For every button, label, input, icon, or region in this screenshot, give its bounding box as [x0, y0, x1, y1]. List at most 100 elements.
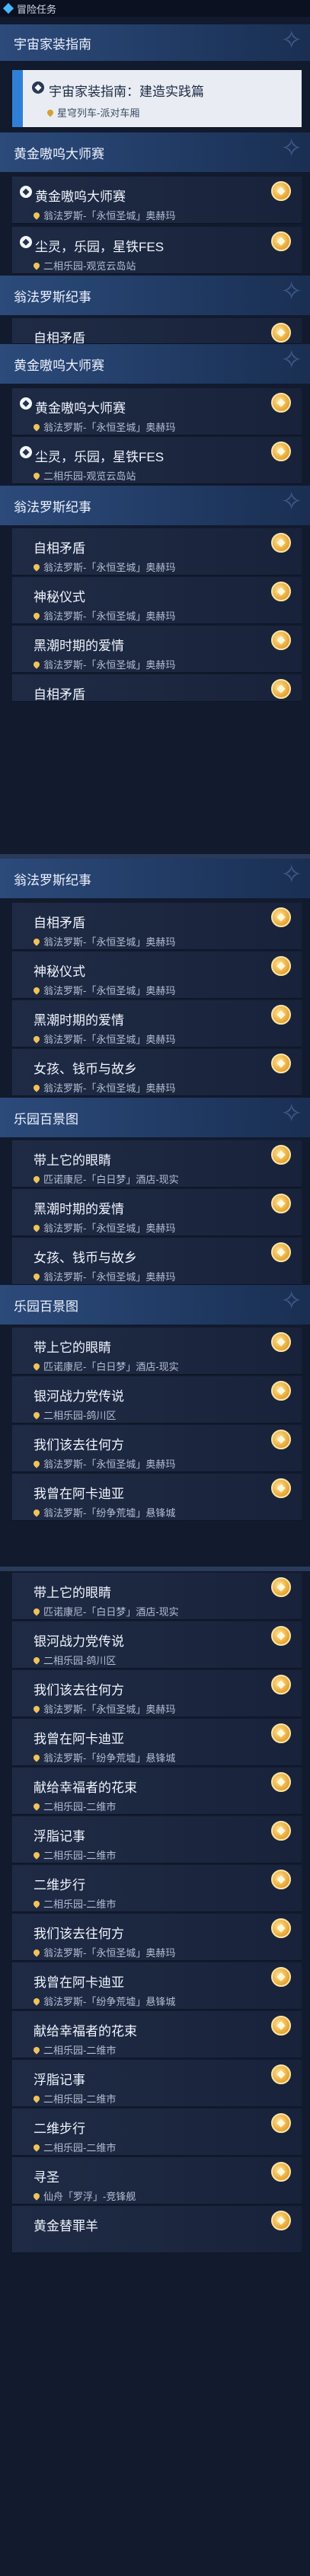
quest-location: 翁法罗斯-「永恒圣城」奥赫玛 [32, 560, 175, 574]
location-pin-icon [32, 1082, 41, 1092]
location-pin-icon [32, 422, 41, 432]
reward-badge-icon [271, 1005, 291, 1025]
section-header[interactable]: 乐园百景图 ✧ [0, 1098, 310, 1137]
quest-title: 神秘仪式 [34, 964, 85, 979]
quest-location: 翁法罗斯-「永恒圣城」奥赫玛 [32, 1945, 175, 1959]
quest-item[interactable]: 我们该去往何方 翁法罗斯-「永恒圣城」奥赫玛 [12, 1670, 302, 1717]
quest-location: 二相乐园-观览云岛站 [32, 258, 136, 273]
quest-item[interactable]: 我曾在阿卡迪亚 翁法罗斯-「纷争荒墟」悬锋城 [12, 1474, 302, 1521]
quest-item[interactable]: ◆ 尘灵，乐园，星铁FES 二相乐园-观览云岛站 [12, 437, 302, 484]
quest-item[interactable]: 银河战力党传说 二相乐园-鸽川区 [12, 1376, 302, 1423]
quest-title: 自相矛盾 [34, 331, 85, 344]
reward-badge-icon [271, 323, 291, 343]
quest-title: 银河战力党传说 [34, 1634, 124, 1649]
reward-badge-icon [271, 1145, 291, 1165]
quest-item[interactable]: 寻圣 仙舟「罗浮」-竞锋舰 [12, 2157, 302, 2205]
quest-title: 自相矛盾 [34, 541, 85, 556]
section-header[interactable]: 黄金嗷呜大师赛 ✧ [0, 344, 310, 384]
reward-badge-icon [271, 1054, 291, 1073]
quest-item[interactable]: 带上它的眼睛 匹诺康尼-「白日梦」酒店-现实 [12, 1573, 302, 1620]
quest-type-icon: ◆ [20, 186, 32, 198]
quest-location: 星穹列车-派对车厢 [46, 105, 140, 120]
section-header[interactable]: 黄金嗷呜大师赛 ✧ [0, 132, 310, 172]
quest-item[interactable]: 我曾在阿卡迪亚 翁法罗斯-「纷争荒墟」悬锋城 [12, 1962, 302, 2010]
quest-location-label: 二相乐园-鸽川区 [43, 1410, 117, 1421]
quest-item[interactable]: 浮脂记事 二相乐园-二维市 [12, 2060, 302, 2107]
quest-location-label: 翁法罗斯-「永恒圣城」奥赫玛 [43, 422, 176, 433]
reward-badge-icon [271, 1675, 291, 1694]
quest-item[interactable]: 带上它的眼睛 匹诺康尼-「白日梦」酒店-现实 [12, 1328, 302, 1375]
reward-badge-icon [271, 181, 291, 201]
location-pin-icon [32, 611, 41, 620]
quest-item[interactable]: 黑潮时期的爱情 翁法罗斯-「永恒圣城」奥赫玛 [12, 1189, 302, 1236]
quest-title: 我曾在阿卡迪亚 [34, 1487, 124, 1501]
quest-item[interactable]: 我曾在阿卡迪亚 翁法罗斯-「纷争荒墟」悬锋城 [12, 1719, 302, 1766]
quest-item[interactable]: ◆ 黄金嗷呜大师赛 翁法罗斯-「永恒圣城」奥赫玛 [12, 177, 302, 224]
quest-title: 二维步行 [34, 1878, 85, 1892]
quest-location: 翁法罗斯-「永恒圣城」奥赫玛 [32, 934, 175, 948]
quest-item[interactable]: 献给幸福者的花束 二相乐园-二维市 [12, 2011, 302, 2058]
reward-badge-icon [271, 1430, 291, 1449]
reward-badge-icon [271, 907, 291, 927]
quest-item[interactable]: 我们该去往何方 翁法罗斯-「永恒圣城」奥赫玛 [12, 1425, 302, 1472]
quest-item[interactable]: 二维步行 二相乐园-二维市 [12, 1865, 302, 1912]
section-emblem-icon: ✧ [280, 860, 303, 889]
section-emblem-icon: ✧ [280, 1099, 303, 1128]
section-header[interactable]: 宇宙家装指南 ✧ [0, 24, 310, 61]
section-header[interactable]: 翁法罗斯纪事 ✧ [0, 486, 310, 525]
quest-item[interactable]: 银河战力党传说 二相乐园-鸽川区 [12, 1621, 302, 1669]
quest-location-label: 星穹列车-派对车厢 [57, 107, 140, 119]
location-pin-icon [32, 260, 41, 270]
quest-location: 翁法罗斯-「纷争荒墟」悬锋城 [32, 1994, 175, 2008]
quest-title: 献给幸福者的花束 [34, 1781, 137, 1795]
quest-item[interactable]: 我们该去往何方 翁法罗斯-「永恒圣城」奥赫玛 [12, 1914, 302, 1961]
quest-item[interactable]: 自相矛盾翁法罗斯-「永恒圣城」奥赫玛 [12, 318, 302, 344]
quest-title: 尘灵，乐园，星铁FES [35, 450, 165, 464]
quest-item[interactable]: ◆ 黄金嗷呜大师赛 翁法罗斯-「永恒圣城」奥赫玛 [12, 388, 302, 435]
quest-item[interactable]: 神秘仪式 翁法罗斯-「永恒圣城」奥赫玛 [12, 952, 302, 999]
quest-location-label: 二相乐园-二维市 [43, 2142, 117, 2154]
reward-badge-icon [271, 2113, 291, 2133]
quest-title: 浮脂记事 [34, 2073, 85, 2087]
location-pin-icon [32, 1507, 41, 1517]
quest-item[interactable]: 黑潮时期的爱情 翁法罗斯-「永恒圣城」奥赫玛 [12, 626, 302, 673]
quest-item[interactable]: 自相矛盾翁法罗斯-「永恒圣城」奥赫玛 [12, 903, 302, 950]
reward-badge-icon [271, 1194, 291, 1213]
quest-item[interactable]: 女孩、钱币与故乡 翁法罗斯-「永恒圣城」奥赫玛 [12, 1238, 302, 1285]
quest-location-label: 翁法罗斯-「永恒圣城」奥赫玛 [43, 1271, 176, 1283]
section-header[interactable]: 乐园百景图 ✧ [0, 1285, 310, 1325]
quest-item[interactable]: 浮脂记事 二相乐园-二维市 [12, 1816, 302, 1863]
location-pin-icon [32, 1655, 41, 1665]
location-pin-icon [32, 1704, 41, 1714]
quest-item[interactable]: ◆ 尘灵，乐园，星铁FES 二相乐园-观览云岛站 [12, 227, 302, 274]
quest-title: 黄金嗷呜大师赛 [35, 190, 126, 204]
quest-item[interactable]: 黑潮时期的爱情 翁法罗斯-「永恒圣城」奥赫玛 [12, 1000, 302, 1047]
quest-title: 我们该去往何方 [34, 1683, 124, 1698]
section-header[interactable]: 翁法罗斯纪事 ✧ [0, 859, 310, 898]
reward-badge-icon [271, 393, 291, 413]
quest-item[interactable]: 献给幸福者的花束 二相乐园-二维市 [12, 1768, 302, 1815]
reward-badge-icon [271, 1478, 291, 1498]
location-pin-icon [32, 562, 41, 572]
quest-item[interactable]: 二维步行 二相乐园-二维市 [12, 2109, 302, 2156]
quest-location-label: 匹诺康尼-「白日梦」酒店-现实 [43, 1606, 179, 1618]
quest-item[interactable]: 神秘仪式 翁法罗斯-「永恒圣城」奥赫玛 [12, 577, 302, 624]
section-header[interactable]: 翁法罗斯纪事 ✧ [0, 276, 310, 315]
quest-item[interactable]: 带上它的眼睛 匹诺康尼-「白日梦」酒店-现实 [12, 1140, 302, 1188]
quest-item[interactable]: 女孩、钱币与故乡 翁法罗斯-「永恒圣城」奥赫玛 [12, 1049, 302, 1096]
reward-badge-icon [271, 2064, 291, 2084]
section-emblem-icon: ✧ [280, 26, 303, 55]
quest-item[interactable]: 自相矛盾翁法罗斯-「永恒圣城」奥赫玛 [12, 528, 302, 575]
quest-location: 匹诺康尼-「白日梦」酒店-现实 [32, 1172, 179, 1186]
panel-title: 冒险任务 [17, 3, 57, 15]
location-pin-icon [46, 107, 55, 117]
quest-item[interactable]: 自相矛盾翁法罗斯-「永恒圣城」奥赫玛 [12, 674, 302, 702]
quest-title: 黑潮时期的爱情 [34, 639, 124, 653]
quest-title: 黑潮时期的爱情 [34, 1013, 124, 1028]
location-pin-icon [32, 659, 41, 669]
quest-item[interactable]: 黄金替罪羊 [12, 2206, 302, 2253]
location-pin-icon [32, 1899, 41, 1908]
quest-title: 带上它的眼睛 [34, 1341, 111, 1355]
section-label: 黄金嗷呜大师赛 [14, 146, 104, 161]
quest-item-selected[interactable]: ◆ 宇宙家装指南：建造实践篇 星穹列车-派对车厢 [12, 70, 302, 128]
